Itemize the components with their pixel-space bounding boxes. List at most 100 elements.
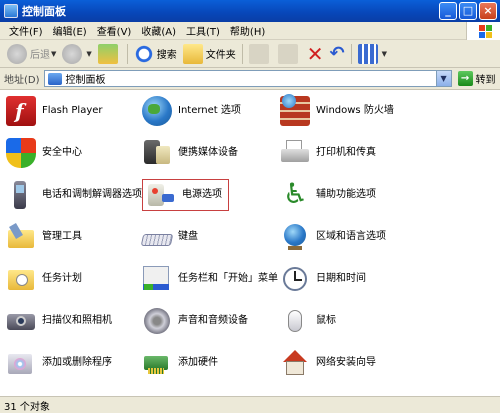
toolbar: 后退 ▼ ▼ 搜索 文件夹 ✕ ↶ ▼ — [0, 40, 500, 68]
search-button[interactable]: 搜索 — [131, 42, 180, 66]
item-sounds-and-audio-devices[interactable]: 声音和音频设备 — [142, 305, 248, 337]
flash-player-icon: f — [6, 96, 36, 126]
item-label: 电话和调制解调器选项 — [42, 189, 142, 200]
undo-icon: ↶ — [329, 42, 345, 64]
house-network-icon — [280, 348, 310, 378]
phone-icon — [6, 180, 36, 210]
item-keyboard[interactable]: 键盘 — [140, 221, 198, 253]
delete-button[interactable]: ✕ — [304, 42, 327, 66]
item-date-and-time[interactable]: 日期和时间 — [280, 263, 366, 295]
windows-logo-icon — [466, 22, 500, 40]
item-administrative-tools[interactable]: 管理工具 — [6, 221, 142, 253]
menu-favorites[interactable]: 收藏(A) — [136, 23, 181, 38]
views-grid-icon — [357, 43, 378, 64]
address-label: 地址(D) — [4, 75, 40, 86]
maximize-button[interactable]: □ — [459, 2, 477, 20]
search-label: 搜索 — [156, 50, 177, 61]
delete-icon: ✕ — [306, 41, 324, 66]
item-label: 任务计划 — [42, 273, 82, 284]
item-label: 电源选项 — [182, 189, 222, 200]
item-label: 任务栏和「开始」菜单 — [178, 273, 278, 284]
item-label: 安全中心 — [42, 147, 82, 158]
menu-view[interactable]: 查看(V) — [92, 23, 137, 38]
object-count: 31 个对象 — [4, 401, 50, 413]
item-label: 添加或删除程序 — [42, 357, 112, 368]
item-label: 便携媒体设备 — [178, 147, 238, 158]
globe-icon — [142, 96, 172, 126]
control-panel-icon — [4, 4, 18, 18]
title-bar: 控制面板 _ □ × — [0, 0, 500, 22]
menu-file[interactable]: 文件(F) — [4, 23, 48, 38]
back-button[interactable]: 后退 ▼ — [4, 42, 59, 66]
copy-to-button[interactable] — [275, 42, 304, 66]
menu-edit[interactable]: 编辑(E) — [48, 23, 92, 38]
window-controls: _ □ × — [439, 2, 497, 20]
forward-button[interactable]: ▼ — [59, 42, 94, 66]
item-scanners-and-cameras[interactable]: 扫描仪和照相机 — [6, 305, 142, 337]
item-label: 日期和时间 — [316, 273, 366, 284]
toolbar-separator — [350, 43, 352, 64]
item-label: 声音和音频设备 — [178, 315, 248, 326]
item-label: 鼠标 — [316, 315, 336, 326]
copy-to-icon — [277, 43, 298, 64]
scheduled-tasks-icon — [6, 264, 36, 294]
mouse-icon — [280, 306, 310, 336]
wheelchair-icon: ♿ — [283, 177, 309, 210]
taskbar-icon — [142, 264, 172, 294]
shield-icon — [6, 138, 36, 168]
item-accessibility-options[interactable]: ♿ 辅助功能选项 — [280, 177, 376, 211]
hardware-icon — [142, 348, 172, 378]
item-power-options[interactable]: 电源选项 — [142, 179, 229, 211]
address-value: 控制面板 — [65, 75, 106, 86]
item-portable-media-devices[interactable]: 便携媒体设备 — [142, 137, 238, 169]
toolbar-separator — [241, 43, 243, 64]
menu-tools[interactable]: 工具(T) — [181, 23, 225, 38]
chevron-down-icon: ▼ — [381, 49, 388, 58]
item-flash-player[interactable]: f Flash Player — [6, 95, 142, 127]
item-label: 网络安装向导 — [316, 357, 376, 368]
item-network-setup-wizard[interactable]: 网络安装向导 — [280, 347, 376, 379]
add-remove-programs-icon — [6, 348, 36, 378]
item-internet-options[interactable]: Internet 选项 — [142, 95, 241, 127]
folders-button[interactable]: 文件夹 — [180, 42, 239, 66]
globe-icon — [280, 222, 310, 252]
item-add-hardware[interactable]: 添加硬件 — [142, 347, 218, 379]
item-add-or-remove-programs[interactable]: 添加或删除程序 — [6, 347, 142, 379]
go-button[interactable]: → 转到 — [457, 71, 496, 86]
item-windows-firewall[interactable]: Windows 防火墙 — [280, 94, 394, 127]
item-taskbar-and-start-menu[interactable]: 任务栏和「开始」菜单 — [142, 263, 278, 295]
go-label: 转到 — [475, 75, 496, 86]
minimize-button[interactable]: _ — [439, 2, 457, 20]
item-label: Windows 防火墙 — [316, 105, 394, 116]
status-bar: 31 个对象 — [0, 396, 500, 413]
control-panel-icon — [47, 72, 62, 85]
item-label: Flash Player — [42, 105, 103, 116]
camera-icon — [6, 306, 36, 336]
go-arrow-icon: → — [457, 71, 473, 86]
address-input[interactable]: 控制面板 ▼ — [43, 70, 452, 87]
item-label: 扫描仪和照相机 — [42, 315, 112, 326]
search-icon — [133, 43, 154, 64]
menu-bar: 文件(F) 编辑(E) 查看(V) 收藏(A) 工具(T) 帮助(H) — [0, 22, 500, 40]
views-button[interactable]: ▼ — [355, 42, 390, 66]
move-to-button[interactable] — [246, 42, 275, 66]
item-label: 键盘 — [178, 231, 198, 242]
keyboard-icon — [140, 222, 174, 252]
back-label: 后退 — [30, 50, 50, 61]
item-label: Internet 选项 — [178, 105, 241, 116]
item-label: 辅助功能选项 — [316, 189, 376, 200]
item-printers-and-faxes[interactable]: 打印机和传真 — [280, 137, 376, 169]
undo-button[interactable]: ↶ — [327, 42, 348, 66]
item-phone-and-modem-options[interactable]: 电话和调制解调器选项 — [6, 179, 142, 211]
close-button[interactable]: × — [479, 2, 497, 20]
chevron-down-icon[interactable]: ▼ — [435, 71, 451, 86]
item-security-center[interactable]: 安全中心 — [6, 137, 142, 169]
item-mouse[interactable]: 鼠标 — [280, 305, 336, 337]
window-title: 控制面板 — [22, 5, 66, 18]
item-regional-and-language-options[interactable]: 区域和语言选项 — [280, 221, 386, 253]
item-scheduled-tasks[interactable]: 任务计划 — [6, 263, 142, 295]
item-label: 添加硬件 — [178, 357, 218, 368]
folders-label: 文件夹 — [205, 50, 236, 61]
menu-help[interactable]: 帮助(H) — [225, 23, 270, 38]
up-folder-button[interactable] — [95, 42, 124, 66]
